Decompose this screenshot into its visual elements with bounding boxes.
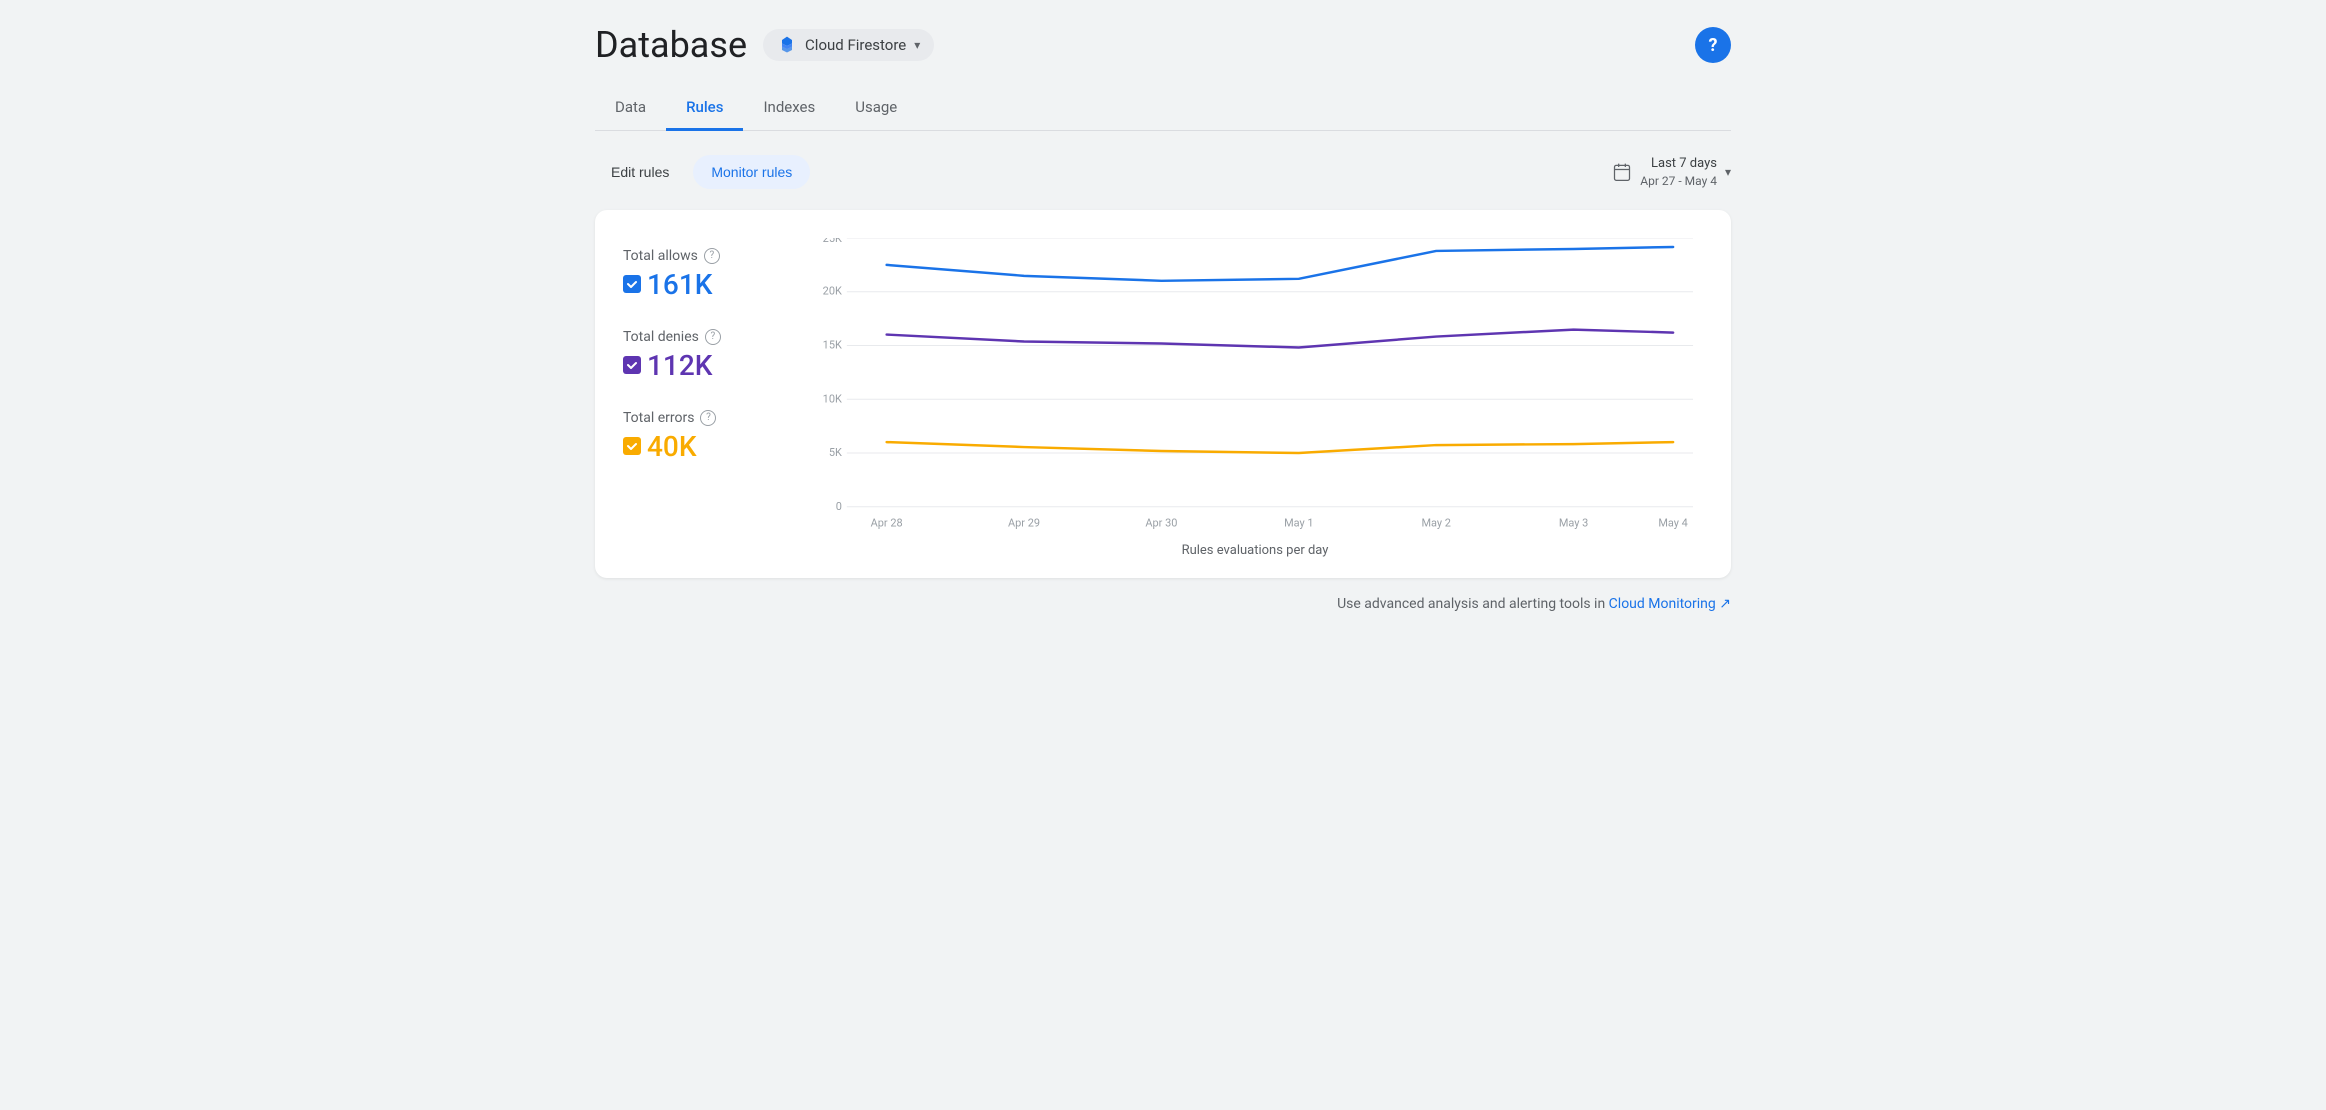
allows-checkbox[interactable] [623, 275, 641, 293]
chevron-down-icon: ▾ [914, 38, 920, 52]
denies-value: 112K [647, 349, 712, 382]
date-chevron-icon: ▾ [1725, 165, 1731, 179]
denies-checkbox[interactable] [623, 356, 641, 374]
svg-text:20K: 20K [823, 285, 842, 298]
errors-checkbox[interactable] [623, 437, 641, 455]
edit-rules-button[interactable]: Edit rules [595, 155, 685, 189]
errors-help-icon[interactable]: ? [700, 410, 716, 426]
page-title: Database [595, 24, 747, 66]
tab-data[interactable]: Data [595, 86, 666, 131]
chart-area: 0 5K 10K 15K 20K [807, 238, 1703, 558]
svg-text:May 2: May 2 [1421, 517, 1450, 530]
svg-text:Apr 29: Apr 29 [1008, 517, 1040, 530]
toolbar: Edit rules Monitor rules Last 7 days Apr… [595, 155, 1731, 190]
errors-value: 40K [647, 430, 697, 463]
monitor-rules-button[interactable]: Monitor rules [693, 155, 810, 189]
svg-text:May 3: May 3 [1559, 517, 1588, 530]
bottom-note: Use advanced analysis and alerting tools… [595, 596, 1731, 612]
legend-panel: Total allows ? 161K [623, 238, 783, 558]
legend-allows: Total allows ? 161K [623, 248, 783, 301]
calendar-icon [1612, 162, 1632, 182]
errors-label: Total errors [623, 410, 694, 426]
svg-text:5K: 5K [829, 446, 842, 459]
date-range-label: Last 7 days [1640, 155, 1717, 173]
svg-text:25K: 25K [823, 238, 842, 245]
allows-label: Total allows [623, 248, 698, 264]
allows-value: 161K [647, 268, 712, 301]
cloud-monitoring-link[interactable]: Cloud Monitoring ↗ [1609, 596, 1731, 612]
service-name: Cloud Firestore [805, 36, 906, 54]
legend-errors: Total errors ? 40K [623, 410, 783, 463]
svg-text:Apr 30: Apr 30 [1145, 517, 1177, 530]
date-range-picker[interactable]: Last 7 days Apr 27 - May 4 ▾ [1612, 155, 1731, 190]
service-selector[interactable]: Cloud Firestore ▾ [763, 29, 934, 61]
svg-text:Apr 28: Apr 28 [871, 517, 903, 530]
date-range-sublabel: Apr 27 - May 4 [1640, 173, 1717, 190]
allows-help-icon[interactable]: ? [704, 248, 720, 264]
svg-text:May 4: May 4 [1658, 517, 1687, 530]
tab-indexes[interactable]: Indexes [743, 86, 835, 131]
svg-text:May 1: May 1 [1284, 517, 1313, 530]
svg-text:0: 0 [836, 500, 842, 513]
svg-text:15K: 15K [823, 338, 842, 351]
denies-label: Total denies [623, 329, 699, 345]
legend-denies: Total denies ? 112K [623, 329, 783, 382]
chart-x-label: Rules evaluations per day [807, 543, 1703, 558]
tab-rules[interactable]: Rules [666, 86, 743, 131]
firestore-icon [777, 35, 797, 55]
chart-card: Total allows ? 161K [595, 210, 1731, 578]
svg-text:10K: 10K [823, 392, 842, 405]
tab-usage[interactable]: Usage [835, 86, 917, 131]
external-link-icon: ↗ [1719, 596, 1731, 612]
help-button[interactable]: ? [1695, 27, 1731, 63]
nav-tabs: Data Rules Indexes Usage [595, 86, 1731, 131]
denies-help-icon[interactable]: ? [705, 329, 721, 345]
bottom-note-text: Use advanced analysis and alerting tools… [1337, 596, 1609, 612]
